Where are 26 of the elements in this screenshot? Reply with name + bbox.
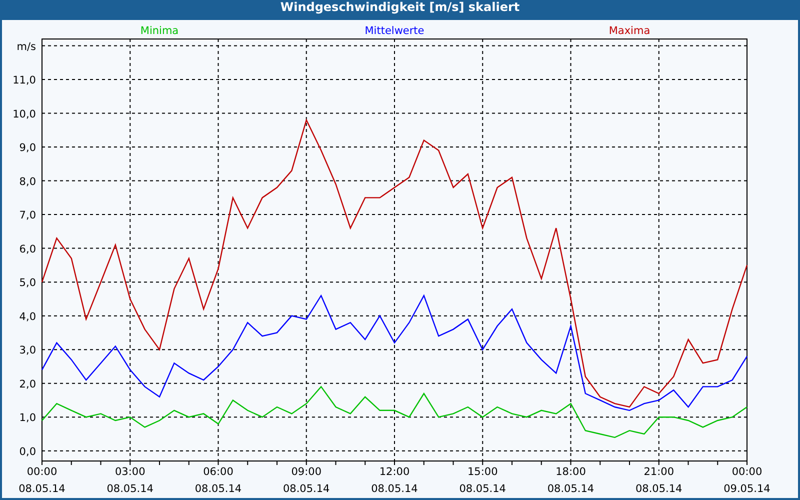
legend-label: Maxima — [608, 25, 650, 37]
y-tick-label: 6,0 — [19, 243, 36, 256]
y-tick-label: 7,0 — [19, 210, 36, 222]
x-tick-label: 12:00 08.05.14 — [371, 466, 418, 495]
y-tick-label: 0,0 — [19, 446, 36, 458]
y-tick-label: 10,0 — [12, 108, 36, 120]
y-tick-label: 5,0 — [19, 277, 36, 290]
y-tick-label: 8,0 — [19, 176, 36, 188]
x-tick-label: 09:00 08.05.14 — [283, 466, 330, 495]
window-title: Windgeschwindigkeit [m/s] skaliert — [0, 0, 800, 20]
y-tick-label: 2,0 — [19, 378, 36, 390]
x-tick-label: 00:00 09.05.14 — [724, 466, 770, 495]
legend-label: Mittelwerte — [364, 25, 424, 37]
x-tick-label: 18:00 08.05.14 — [547, 466, 594, 495]
x-tick-label: 00:00 08.05.14 — [18, 466, 66, 495]
y-tick-label: m/s — [16, 40, 36, 53]
legend-label: Minima — [140, 25, 179, 37]
x-tick-label: 15:00 08.05.14 — [459, 466, 506, 495]
y-tick-label: 11,0 — [12, 74, 36, 86]
x-tick-label: 03:00 08.05.14 — [106, 466, 154, 495]
x-tick-label: 21:00 08.05.14 — [636, 466, 682, 495]
y-tick-label: 1,0 — [19, 412, 36, 424]
y-tick-label: 3,0 — [19, 344, 36, 357]
y-tick-label: 4,0 — [19, 310, 36, 323]
y-tick-label: 9,0 — [19, 142, 36, 154]
x-tick-label: 06:00 08.05.14 — [194, 466, 242, 495]
